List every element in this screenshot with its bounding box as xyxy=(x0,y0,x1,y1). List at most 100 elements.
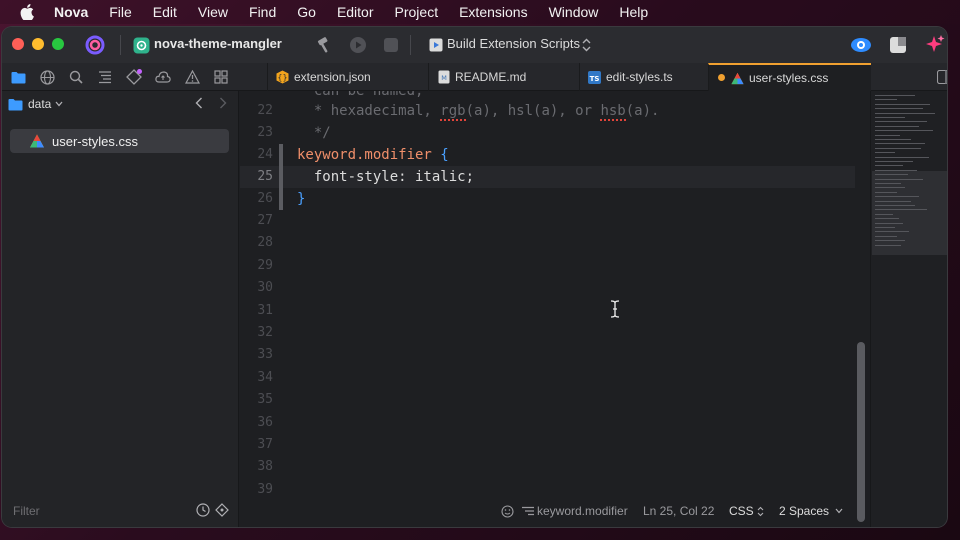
code-line: 24 keyword.modifier { xyxy=(240,144,855,166)
filter-field[interactable]: Filter xyxy=(7,501,233,521)
minimap-line xyxy=(875,125,919,127)
code-text: } xyxy=(297,191,306,207)
cloud-sync-icon[interactable] xyxy=(155,69,171,85)
minimap-line xyxy=(875,200,911,202)
minimap-line xyxy=(875,174,908,176)
back-chevron-icon[interactable] xyxy=(195,97,203,112)
git-changes-icon[interactable] xyxy=(126,69,142,85)
tab-extension-json[interactable]: {} extension.json xyxy=(267,63,427,91)
unsaved-dot-icon xyxy=(718,74,725,81)
minimap-line xyxy=(875,139,911,140)
vertical-scrollbar[interactable] xyxy=(857,342,865,522)
apple-menu-icon[interactable] xyxy=(18,3,36,21)
minimap-line xyxy=(875,143,925,145)
recent-clock-icon[interactable] xyxy=(196,503,210,517)
extensions-grid-icon[interactable] xyxy=(213,69,229,85)
line-number: 30 xyxy=(257,280,273,296)
folder-name: data xyxy=(28,97,52,111)
line-number: 28 xyxy=(257,235,273,251)
minimap-line xyxy=(875,191,897,193)
minimap-line xyxy=(875,213,893,215)
preview-eye-icon[interactable] xyxy=(850,35,872,55)
stop-icon[interactable] xyxy=(381,35,401,55)
minimap[interactable] xyxy=(870,91,947,527)
menu-window[interactable]: Window xyxy=(549,4,599,20)
syntax-selector[interactable]: CSS xyxy=(729,504,764,518)
minimize-window-button[interactable] xyxy=(32,38,44,50)
minimap-line xyxy=(875,165,903,167)
smiley-status-icon[interactable] xyxy=(501,505,514,518)
project-icon[interactable] xyxy=(132,36,150,54)
menu-edit[interactable]: Edit xyxy=(153,4,177,20)
forward-chevron-icon[interactable] xyxy=(219,97,227,112)
tab-user-styles-css[interactable]: user-styles.css xyxy=(708,63,871,91)
line-number: 33 xyxy=(257,347,273,363)
code-line: 27 xyxy=(240,210,855,232)
file-item-user-styles-css[interactable]: user-styles.css xyxy=(10,129,229,153)
minimap-line xyxy=(875,178,923,180)
layout-panel-icon[interactable] xyxy=(888,35,908,55)
menu-file[interactable]: File xyxy=(109,4,132,20)
symbol-breadcrumb[interactable]: keyword.modifier xyxy=(522,504,628,518)
line-number: 27 xyxy=(257,213,273,228)
code-line: 30 xyxy=(240,277,855,299)
folder-icon xyxy=(8,98,23,111)
code-line: 37 xyxy=(240,434,855,456)
folder-header[interactable]: data xyxy=(8,97,63,111)
line-number: 36 xyxy=(257,414,273,430)
search-icon[interactable] xyxy=(68,69,84,85)
project-name[interactable]: nova-theme-mangler xyxy=(154,36,282,51)
menu-view[interactable]: View xyxy=(198,4,228,20)
tab-label: user-styles.css xyxy=(749,71,829,85)
separator xyxy=(120,35,121,55)
minimap-line xyxy=(875,187,905,189)
cursor-position[interactable]: Ln 25, Col 22 xyxy=(643,504,714,518)
minimap-line xyxy=(875,231,909,233)
status-bar: keyword.modifier Ln 25, Col 22 CSS 2 Spa… xyxy=(240,499,855,523)
indentation-selector[interactable]: 2 Spaces xyxy=(779,504,843,518)
globe-icon[interactable] xyxy=(39,69,55,85)
tab-edit-styles-ts[interactable]: TS edit-styles.ts xyxy=(579,63,707,91)
minimap-line xyxy=(875,227,895,228)
menu-help[interactable]: Help xyxy=(619,4,648,20)
svg-text:M: M xyxy=(441,74,447,82)
run-icon[interactable] xyxy=(348,35,368,55)
menu-find[interactable]: Find xyxy=(249,4,276,20)
minimap-line xyxy=(875,235,897,237)
close-window-button[interactable] xyxy=(12,38,24,50)
code-line: 31 xyxy=(240,300,855,322)
build-hammer-icon[interactable] xyxy=(315,35,335,55)
code-line: 34 xyxy=(240,367,855,389)
line-number: 31 xyxy=(257,302,273,318)
task-selector[interactable]: Build Extension Scripts xyxy=(447,36,580,51)
line-number: 26 xyxy=(257,191,273,206)
minimap-line xyxy=(875,121,927,123)
menu-project[interactable]: Project xyxy=(395,4,439,20)
symbols-list-icon[interactable] xyxy=(97,69,113,85)
tab-bar: {} extension.json M README.md TS edit-st… xyxy=(2,63,947,91)
code-text: */ xyxy=(297,125,331,141)
line-number: 32 xyxy=(257,325,273,340)
symbol-label: keyword.modifier xyxy=(537,504,628,518)
line-number: 37 xyxy=(257,437,273,452)
git-filter-icon[interactable] xyxy=(215,503,229,517)
nova-window: nova-theme-mangler Build Extension Scrip… xyxy=(2,27,947,527)
sparkle-icon[interactable] xyxy=(924,33,946,55)
menu-extensions[interactable]: Extensions xyxy=(459,4,527,20)
code-editor[interactable]: can be named, 22 * hexadecimal, rgb(a), … xyxy=(240,91,855,527)
files-sidebar-icon[interactable] xyxy=(10,69,26,85)
minimap-line xyxy=(875,244,901,246)
minimap-line xyxy=(875,222,903,224)
chevron-updown-icon[interactable] xyxy=(580,37,592,53)
task-script-icon[interactable] xyxy=(428,37,443,52)
nova-logo-icon[interactable] xyxy=(84,34,106,56)
menu-go[interactable]: Go xyxy=(297,4,316,20)
code-text: font-style: italic; xyxy=(297,169,475,185)
issues-warning-icon[interactable] xyxy=(184,69,200,85)
menu-app-nova[interactable]: Nova xyxy=(54,4,88,20)
tab-readme-md[interactable]: M README.md xyxy=(428,63,578,91)
zoom-window-button[interactable] xyxy=(52,38,64,50)
json-file-icon: {} xyxy=(276,70,289,84)
menu-editor[interactable]: Editor xyxy=(337,4,374,20)
split-view-icon[interactable] xyxy=(936,69,947,85)
